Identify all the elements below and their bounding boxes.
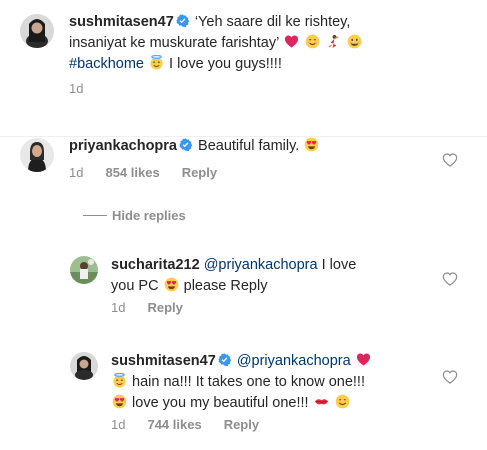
caption-text: sushmitasen47 ‘Yeh saare dil ke rishtey,… bbox=[69, 12, 469, 75]
caption-line3: I love you guys!!!! bbox=[169, 56, 282, 72]
halo-emoji bbox=[149, 55, 164, 70]
avatar-sushmitasen47-reply[interactable] bbox=[70, 352, 98, 380]
verified-badge-icon bbox=[218, 352, 232, 367]
caption-meta: 1d bbox=[69, 81, 83, 97]
caption-time[interactable]: 1d bbox=[69, 81, 83, 97]
reply-1-username[interactable]: sucharita212 bbox=[111, 257, 200, 273]
caption-line1: ‘Yeh saare dil ke rishtey, bbox=[194, 14, 351, 30]
reply-2-time[interactable]: 1d bbox=[111, 417, 125, 433]
reply-2-text: sushmitasen47 @priyankachopra hain na!!!… bbox=[111, 351, 431, 414]
smiling-face-emoji bbox=[305, 34, 320, 49]
dancer-emoji bbox=[326, 34, 341, 49]
reply-1-line1: I love bbox=[321, 257, 357, 273]
smile-emoji bbox=[335, 394, 350, 409]
reply-1-text: sucharita212 @priyankachopra I love you … bbox=[111, 255, 411, 297]
verified-badge-icon bbox=[179, 137, 193, 152]
reply-2-likes[interactable]: 744 likes bbox=[147, 417, 201, 433]
verified-badge-icon bbox=[176, 13, 190, 28]
hide-replies-line bbox=[83, 215, 107, 216]
reply-1-line2b: please Reply bbox=[183, 278, 268, 294]
halo-emoji bbox=[112, 373, 127, 388]
reply-2-line3: love you my beautiful one!!! bbox=[132, 395, 309, 411]
comment-reply-button[interactable]: Reply bbox=[182, 165, 217, 181]
caption-line2: insaniyat ke muskurate farishtay’ bbox=[69, 35, 279, 51]
comment-body: Beautiful family. bbox=[198, 138, 300, 154]
heart-eyes-emoji bbox=[164, 277, 179, 292]
heart-eyes-emoji bbox=[112, 394, 127, 409]
red-heart-emoji bbox=[284, 34, 299, 49]
reply-1-time[interactable]: 1d bbox=[111, 300, 125, 316]
kiss-mark-emoji bbox=[314, 394, 329, 409]
grinning-emoji bbox=[347, 34, 362, 49]
avatar-sushmitasen47[interactable] bbox=[20, 14, 54, 48]
heart-outline-icon[interactable] bbox=[442, 369, 458, 385]
caption-username[interactable]: sushmitasen47 bbox=[69, 14, 174, 30]
heart-eyes-emoji bbox=[304, 137, 319, 152]
reply-2-meta: 1d 744 likes Reply bbox=[111, 417, 259, 433]
heart-outline-icon[interactable] bbox=[442, 152, 458, 168]
red-heart-emoji bbox=[356, 352, 371, 367]
hide-replies-button[interactable]: Hide replies bbox=[112, 208, 186, 224]
caption-hashtag[interactable]: #backhome bbox=[69, 56, 144, 72]
avatar-priyankachopra[interactable] bbox=[20, 138, 54, 172]
comment-time[interactable]: 1d bbox=[69, 165, 83, 181]
reply-2-line2: hain na!!! It takes one to know one!!! bbox=[132, 374, 365, 390]
reply-1-reply-button[interactable]: Reply bbox=[147, 300, 182, 316]
reply-2-reply-button[interactable]: Reply bbox=[224, 417, 259, 433]
heart-outline-icon[interactable] bbox=[442, 271, 458, 287]
comment-text: priyankachopra Beautiful family. bbox=[69, 136, 429, 157]
reply-1-mention[interactable]: @priyankachopra bbox=[204, 257, 318, 273]
avatar-sucharita212[interactable] bbox=[70, 256, 98, 284]
comment-meta: 1d 854 likes Reply bbox=[69, 165, 217, 181]
reply-2-username[interactable]: sushmitasen47 bbox=[111, 353, 216, 369]
comment-username[interactable]: priyankachopra bbox=[69, 138, 177, 154]
reply-2-mention[interactable]: @priyankachopra bbox=[237, 353, 351, 369]
reply-1-meta: 1d Reply bbox=[111, 300, 183, 316]
reply-1-line2a: you PC bbox=[111, 278, 159, 294]
comment-likes[interactable]: 854 likes bbox=[105, 165, 159, 181]
